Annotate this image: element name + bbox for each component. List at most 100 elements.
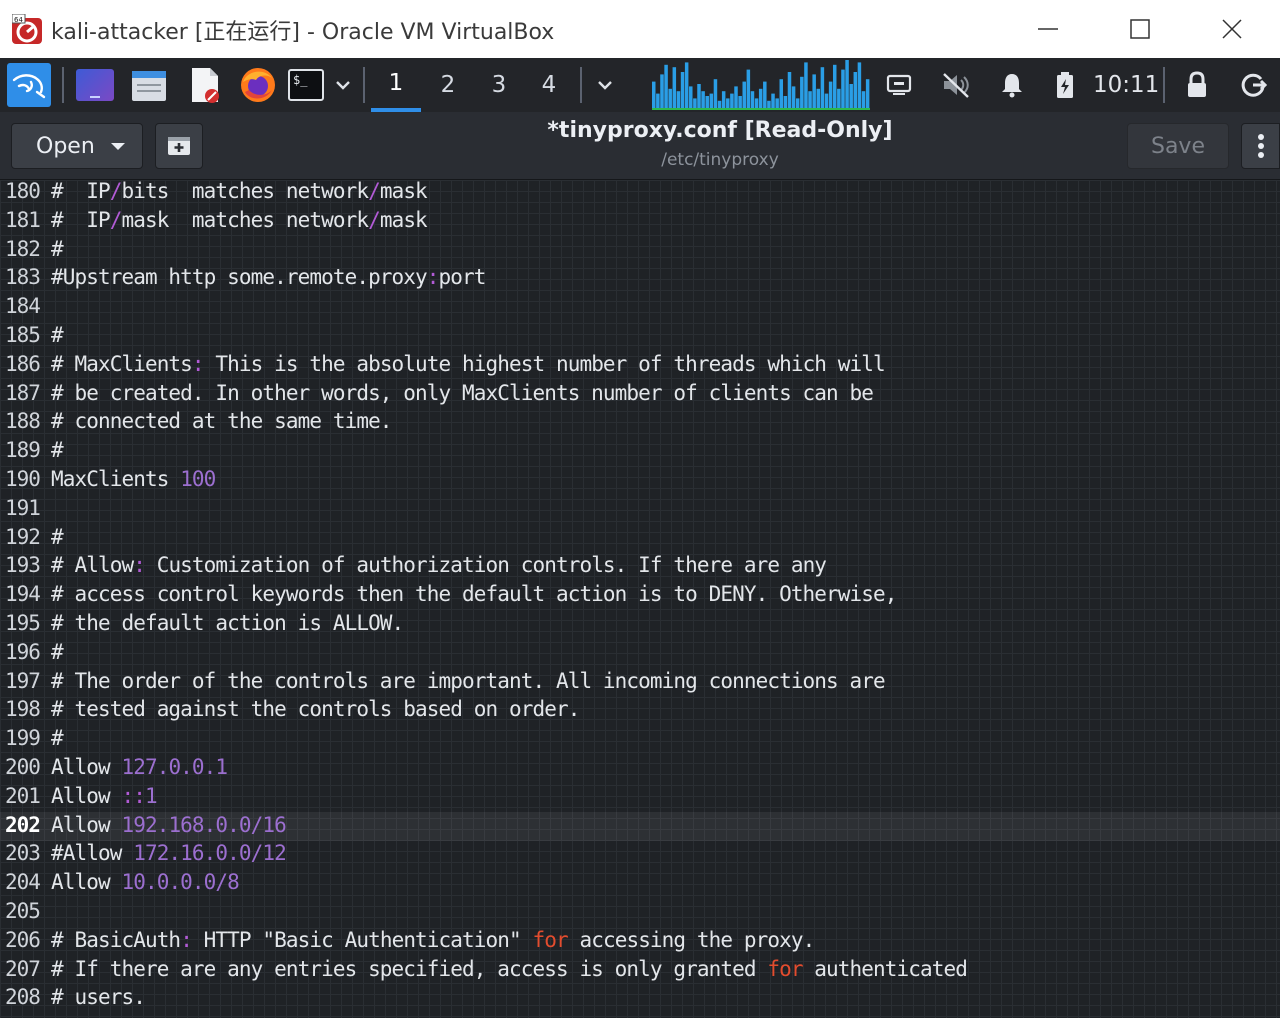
battery-button[interactable] <box>1050 58 1080 112</box>
volume-button[interactable] <box>936 58 976 112</box>
cpu-graph-bar <box>652 81 656 108</box>
cpu-graph-bar <box>693 98 697 108</box>
cpu-graph-chart <box>652 60 870 110</box>
workspace-2[interactable]: 2 <box>423 58 473 112</box>
svg-text:64: 64 <box>14 16 23 24</box>
code-line[interactable]: 206 # BasicAuth: HTTP "Basic Authenticati… <box>0 927 1280 956</box>
workspace-1[interactable]: 1 <box>371 58 421 112</box>
line-number: 191 <box>5 495 41 520</box>
cpu-graph-bar <box>705 96 709 108</box>
workspace-dropdown-button[interactable] <box>590 58 620 112</box>
line-number: 194 <box>5 582 41 607</box>
code-line[interactable]: 196 # <box>0 639 1280 668</box>
code-token: Allow <box>51 755 122 779</box>
code-line[interactable]: 188 # connected at the same time. <box>0 408 1280 437</box>
code-line[interactable]: 203 #Allow 172.16.0.0/12 <box>0 840 1280 869</box>
logout-button[interactable] <box>1234 58 1274 112</box>
code-line[interactable]: 200 Allow 127.0.0.1 <box>0 754 1280 783</box>
workspace-preview-button[interactable] <box>72 58 118 112</box>
notifications-button[interactable] <box>994 58 1030 112</box>
firefox-button[interactable] <box>234 58 282 112</box>
cpu-graph-bar <box>758 88 763 108</box>
line-number: 192 <box>5 524 41 549</box>
cpu-graph-bar <box>713 79 718 108</box>
save-button[interactable]: Save <box>1127 123 1229 169</box>
cpu-graph-bar <box>709 93 714 108</box>
maximize-button[interactable] <box>1094 0 1186 58</box>
kali-menu-icon <box>7 63 51 107</box>
code-line[interactable]: 194 # access control keywords then the de… <box>0 581 1280 610</box>
line-number: 184 <box>5 294 41 319</box>
code-line[interactable]: 180 # IP/bits matches network/mask <box>0 180 1280 207</box>
text-editor-button[interactable] <box>182 58 228 112</box>
code-line[interactable]: 204 Allow 10.0.0.0/8 <box>0 869 1280 898</box>
code-token: # users. <box>51 985 146 1010</box>
cpu-graph-bar <box>837 88 841 108</box>
line-number: 186 <box>5 351 41 376</box>
code-line[interactable]: 191 <box>0 495 1280 524</box>
code-line[interactable]: 202 Allow 192.168.0.0/16 <box>0 811 1280 841</box>
cpu-graph-bar <box>832 64 837 108</box>
code-line[interactable]: 186 # MaxClients: This is the absolute hi… <box>0 351 1280 380</box>
cpu-graph-bar <box>775 98 779 108</box>
code-line[interactable]: 190 MaxClients 100 <box>0 466 1280 495</box>
file-manager-button[interactable] <box>126 58 172 112</box>
menu-button[interactable] <box>1241 123 1280 169</box>
text-editor-area[interactable]: 180 # IP/bits matches network/mask 181 # IP… <box>0 180 1280 1018</box>
workspace-3[interactable]: 3 <box>474 58 524 112</box>
code-line[interactable]: 184 <box>0 293 1280 322</box>
code-token: # IP <box>51 180 111 203</box>
launcher-dropdown-button[interactable] <box>330 58 356 112</box>
new-document-button[interactable] <box>155 123 203 169</box>
code-token: 192.168.0.0/16 <box>121 812 286 837</box>
code-line[interactable]: 187 # be created. In other words, only Ma… <box>0 380 1280 409</box>
line-text: # BasicAuth: HTTP "Basic Authentication"… <box>51 927 815 956</box>
code-line[interactable]: 198 # tested against the controls based o… <box>0 696 1280 725</box>
code-line[interactable]: 182 # <box>0 236 1280 265</box>
code-line[interactable]: 192 # <box>0 524 1280 553</box>
terminal-button[interactable]: $_ <box>286 58 326 112</box>
code-token: # be created. In other words, only MaxCl… <box>51 380 874 405</box>
code-line[interactable]: 199 # <box>0 725 1280 754</box>
code-line[interactable]: 197 # The order of the controls are impor… <box>0 668 1280 697</box>
network-button[interactable] <box>880 58 918 112</box>
code-line[interactable]: 183 #Upstream http some.remote.proxy:port <box>0 264 1280 293</box>
line-text: # tested against the controls based on o… <box>51 696 580 725</box>
code-line[interactable]: 205 <box>0 898 1280 927</box>
cpu-graph-bar <box>660 74 664 108</box>
kali-menu-button[interactable] <box>4 58 54 112</box>
code-line[interactable]: 201 Allow ::1 <box>0 783 1280 812</box>
kebab-menu-icon <box>1257 134 1264 158</box>
panel-clock[interactable]: 10:11 <box>1093 58 1159 112</box>
cpu-graph-bar <box>791 86 796 108</box>
code-line[interactable]: 185 # <box>0 322 1280 351</box>
lock-screen-button[interactable] <box>1178 58 1216 112</box>
code-line[interactable]: 195 # the default action is ALLOW. <box>0 610 1280 639</box>
text-editor-icon <box>192 68 219 103</box>
line-text: # <box>51 725 64 754</box>
workspace-preview-icon <box>76 69 114 101</box>
code-line[interactable]: 207 # If there are any entries specified,… <box>0 956 1280 985</box>
chevron-down-icon <box>110 142 125 150</box>
chevron-down-icon <box>336 81 350 90</box>
code-token: This is the absolute highest number of t… <box>203 351 885 376</box>
code-token: Allow <box>51 783 122 808</box>
open-button[interactable]: Open <box>11 123 143 169</box>
cpu-graph[interactable] <box>652 58 870 112</box>
virtualbox-vm-icon: 64 <box>11 13 46 44</box>
code-line[interactable]: 189 # <box>0 437 1280 466</box>
logout-icon <box>1241 73 1267 97</box>
close-button[interactable] <box>1186 0 1278 58</box>
minimize-button[interactable] <box>1002 0 1094 58</box>
cpu-graph-bar <box>717 100 722 108</box>
editor-headerbar: Open *tinyproxy.conf [Read-Only] /etc/ti… <box>0 112 1280 180</box>
cpu-graph-bar <box>763 81 767 108</box>
workspace-4[interactable]: 4 <box>524 58 574 112</box>
cpu-graph-bar <box>828 81 833 108</box>
cpu-graph-bar <box>656 93 660 108</box>
code-line[interactable]: 193 # Allow: Customization of authorizati… <box>0 552 1280 581</box>
code-line[interactable]: 208 # users. <box>0 984 1280 1013</box>
code-token: # <box>51 323 64 347</box>
code-line[interactable]: 181 # IP/mask matches network/mask <box>0 207 1280 236</box>
code-token: port <box>438 265 487 290</box>
